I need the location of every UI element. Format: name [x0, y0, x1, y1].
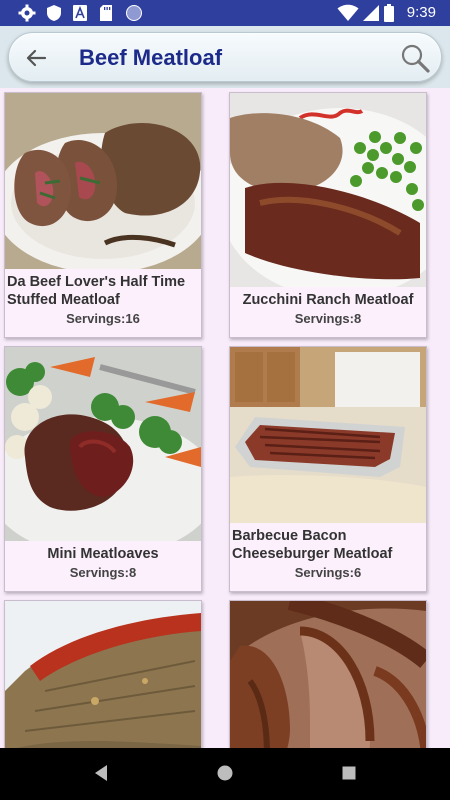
- recipe-card[interactable]: Zucchini Ranch Meatloaf Servings:8: [229, 92, 427, 338]
- recipe-image: [230, 347, 426, 523]
- recipe-servings: Servings:8: [294, 311, 362, 326]
- recipe-image: [230, 601, 426, 748]
- navigation-bar: [0, 748, 450, 800]
- back-arrow-icon[interactable]: [23, 45, 49, 71]
- app-bar: Beef Meatloaf: [0, 26, 450, 88]
- recipe-title: Barbecue Bacon Cheeseburger Meatloaf: [232, 528, 393, 562]
- recipe-card[interactable]: Barbecue Bacon Cheeseburger Meatloaf Ser…: [229, 346, 427, 592]
- battery-icon: [384, 4, 394, 22]
- search-query[interactable]: Beef Meatloaf: [79, 45, 222, 71]
- recipe-title: Da Beef Lover's Half Time Stuffed Meatlo…: [7, 274, 186, 308]
- recipe-card[interactable]: Da Beef Lover's Half Time Stuffed Meatlo…: [4, 92, 202, 338]
- settings-icon: [18, 4, 36, 22]
- nav-back-icon[interactable]: [92, 762, 110, 784]
- recipe-grid[interactable]: Da Beef Lover's Half Time Stuffed Meatlo…: [0, 88, 450, 748]
- font-icon: [73, 5, 87, 21]
- recipe-card[interactable]: [229, 600, 427, 748]
- status-time: 9:39: [406, 4, 436, 21]
- status-bar: 9:39: [0, 0, 450, 26]
- recipe-image: [5, 93, 201, 269]
- search-icon[interactable]: [399, 42, 431, 74]
- recipe-image: [230, 93, 426, 287]
- circle-icon: [126, 5, 142, 21]
- shield-icon: [47, 5, 61, 21]
- nav-home-icon[interactable]: [215, 762, 235, 784]
- recipe-image: [5, 601, 201, 748]
- recipe-title: Zucchini Ranch Meatloaf: [242, 292, 414, 308]
- recipe-title: Mini Meatloaves: [47, 546, 159, 562]
- recipe-servings: Servings:6: [294, 565, 362, 580]
- recipe-image: [5, 347, 201, 541]
- nav-recents-icon[interactable]: [340, 762, 358, 784]
- recipe-card[interactable]: Mini Meatloaves Servings:8: [4, 346, 202, 592]
- recipe-card[interactable]: [4, 600, 202, 748]
- sd-card-icon: [100, 5, 112, 21]
- search-bar[interactable]: Beef Meatloaf: [8, 32, 442, 82]
- recipe-servings: Servings:16: [66, 311, 140, 326]
- recipe-servings: Servings:8: [69, 565, 137, 580]
- cell-signal-icon: [363, 5, 379, 21]
- wifi-icon: [337, 4, 359, 21]
